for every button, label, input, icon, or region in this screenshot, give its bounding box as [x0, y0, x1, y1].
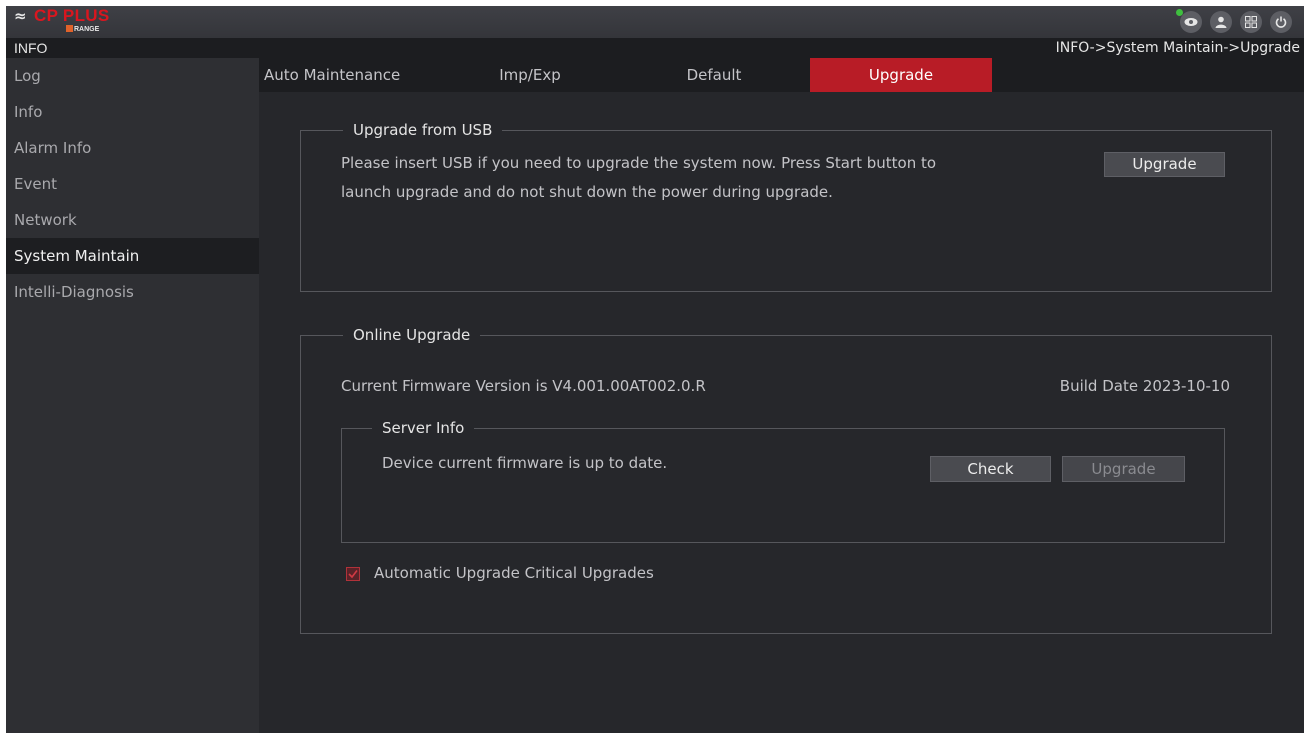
- usb-upgrade-group: Upgrade from USB Please insert USB if yo…: [300, 120, 1272, 292]
- power-icon[interactable]: [1270, 11, 1292, 33]
- dvr-screen: ≈ CP PLUS RANGE INFO INFO->System Mainta…: [6, 6, 1304, 733]
- build-date-text: Build Date 2023-10-10: [1059, 377, 1230, 395]
- grid-menu-icon[interactable]: [1240, 11, 1262, 33]
- online-upgrade-button[interactable]: Upgrade: [1062, 456, 1185, 482]
- online-upgrade-group: Online Upgrade Current Firmware Version …: [300, 325, 1272, 634]
- breadcrumb: INFO->System Maintain->Upgrade: [1055, 40, 1300, 56]
- sidebar-item-network[interactable]: Network: [6, 202, 259, 238]
- tab-imp-exp[interactable]: Imp/Exp: [439, 58, 621, 92]
- sidebar-item-info[interactable]: Info: [6, 94, 259, 130]
- header-strip: INFO INFO->System Maintain->Upgrade: [6, 38, 1304, 58]
- server-info-legend: Server Info: [372, 418, 475, 438]
- logo-text: CP PLUS: [34, 6, 110, 25]
- check-button[interactable]: Check: [930, 456, 1051, 482]
- sidebar-item-intelli-diagnosis[interactable]: Intelli-Diagnosis: [6, 274, 259, 310]
- page-title: INFO: [14, 40, 48, 56]
- logo-mark-icon: ≈: [14, 7, 27, 25]
- top-icon-group: [1176, 9, 1292, 33]
- sidebar-item-system-maintain[interactable]: System Maintain: [6, 238, 259, 274]
- server-info-group: Server Info Device current firmware is u…: [341, 418, 1225, 543]
- tab-bar: Auto Maintenance Imp/Exp Default Upgrade: [259, 58, 1304, 92]
- firmware-version-text: Current Firmware Version is V4.001.00AT0…: [341, 377, 706, 395]
- main-content: Auto Maintenance Imp/Exp Default Upgrade…: [259, 58, 1304, 733]
- sidebar-item-alarm-info[interactable]: Alarm Info: [6, 130, 259, 166]
- server-status-text: Device current firmware is up to date.: [382, 454, 668, 472]
- user-icon[interactable]: [1210, 11, 1232, 33]
- usb-upgrade-button[interactable]: Upgrade: [1104, 152, 1225, 177]
- usb-upgrade-legend: Upgrade from USB: [343, 120, 503, 140]
- auto-upgrade-checkbox[interactable]: [346, 567, 360, 581]
- status-dot: [1176, 9, 1183, 16]
- sidebar-item-log[interactable]: Log: [6, 58, 259, 94]
- top-bar: ≈ CP PLUS RANGE: [6, 6, 1304, 38]
- tab-upgrade[interactable]: Upgrade: [810, 58, 992, 92]
- live-view-icon[interactable]: [1176, 9, 1202, 33]
- auto-upgrade-label: Automatic Upgrade Critical Upgrades: [374, 564, 654, 582]
- tab-auto-maintenance[interactable]: Auto Maintenance: [259, 58, 439, 92]
- sidebar-item-event[interactable]: Event: [6, 166, 259, 202]
- logo-sub: RANGE: [66, 25, 99, 34]
- online-upgrade-legend: Online Upgrade: [343, 325, 481, 345]
- usb-instructions-line2: launch upgrade and do not shut down the …: [341, 183, 833, 201]
- usb-instructions-line1: Please insert USB if you need to upgrade…: [341, 154, 937, 172]
- sidebar: Log Info Alarm Info Event Network System…: [6, 58, 259, 733]
- tab-default[interactable]: Default: [623, 58, 805, 92]
- cp-plus-logo: ≈ CP PLUS RANGE: [14, 6, 164, 36]
